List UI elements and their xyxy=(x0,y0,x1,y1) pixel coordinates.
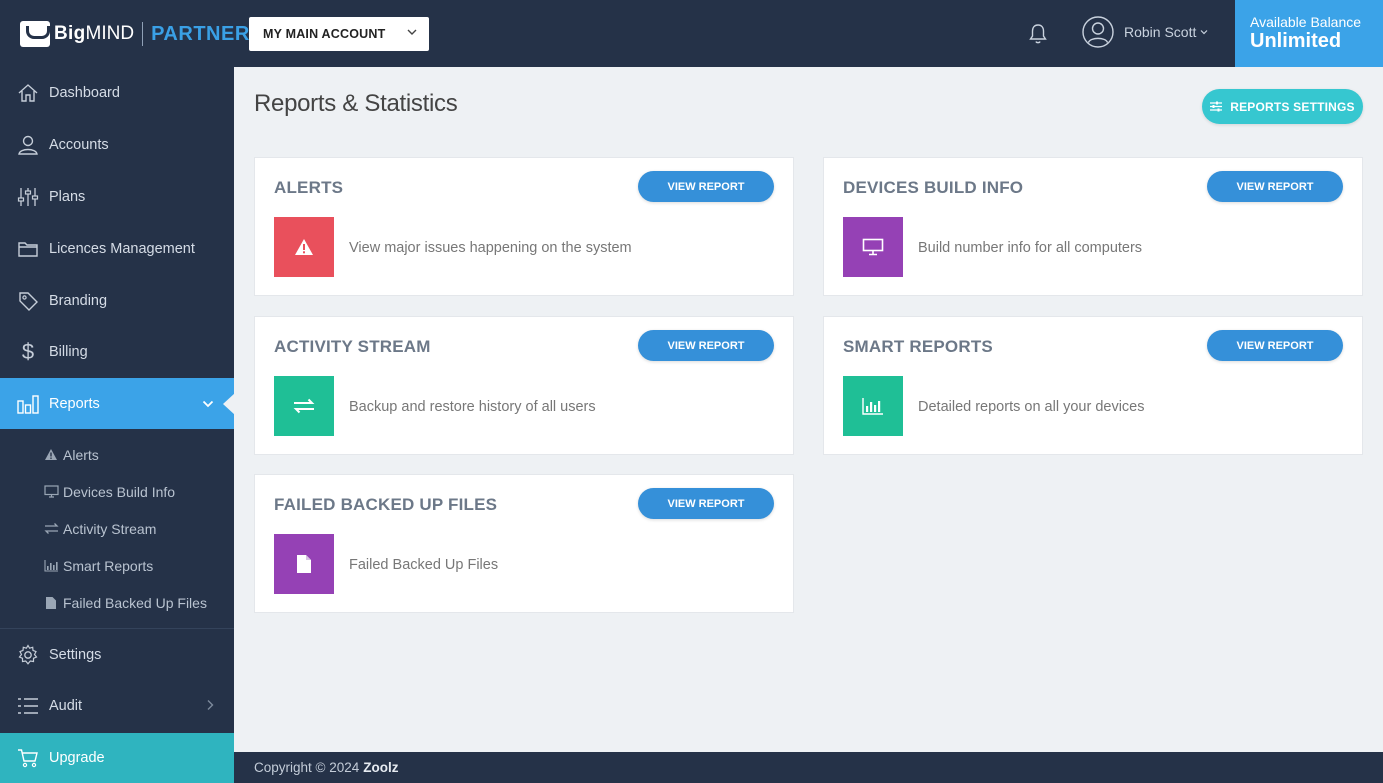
sidebar-item-accounts[interactable]: Accounts xyxy=(0,120,234,170)
logo-big: Big xyxy=(54,23,86,44)
exchange-icon xyxy=(274,376,334,436)
chevron-down-icon xyxy=(202,397,214,411)
logo-divider xyxy=(142,22,144,46)
user-name: Robin Scott xyxy=(1124,24,1197,40)
card-title: ALERTS xyxy=(274,178,344,197)
sidebar-item-settings[interactable]: Settings xyxy=(0,630,234,680)
card-description: Build number info for all computers xyxy=(918,240,1143,256)
bar-chart-icon xyxy=(16,392,40,416)
footer-copyright: Copyright © 2024 xyxy=(254,760,360,775)
page-title: Reports & Statistics xyxy=(254,90,458,117)
sidebar-subitem-label: Devices Build Info xyxy=(63,483,176,500)
sidebar-subitem-label: Failed Backed Up Files xyxy=(63,594,207,611)
card-title: ACTIVITY STREAM xyxy=(274,337,431,356)
sidebar-item-upgrade[interactable]: Upgrade xyxy=(0,733,234,783)
reports-settings-button[interactable]: REPORTS SETTINGS xyxy=(1202,89,1363,124)
sidebar-subitem-smart-reports[interactable]: Smart Reports xyxy=(0,547,234,584)
card-description: Failed Backed Up Files xyxy=(349,557,499,573)
sidebar-item-label: Accounts xyxy=(49,137,109,153)
view-report-button[interactable]: VIEW REPORT xyxy=(1207,171,1343,202)
bar-chart-icon xyxy=(43,559,59,573)
report-card-devices-build-info: DEVICES BUILD INFO VIEW REPORT Build num… xyxy=(823,157,1363,296)
sidebar-item-licences[interactable]: Licences Management xyxy=(0,224,234,274)
chevron-down-icon xyxy=(1200,27,1218,37)
sidebar-item-label: Branding xyxy=(49,293,108,309)
file-icon xyxy=(274,534,334,594)
sidebar-subitem-label: Smart Reports xyxy=(63,557,154,574)
file-icon xyxy=(43,596,59,610)
bar-chart-icon xyxy=(843,376,903,436)
cart-icon xyxy=(16,746,40,770)
sidebar-item-label: Licences Management xyxy=(49,241,195,257)
sidebar-subitem-devices-build-info[interactable]: Devices Build Info xyxy=(0,473,234,510)
sliders-icon xyxy=(1210,101,1223,112)
sidebar-subitem-activity-stream[interactable]: Activity Stream xyxy=(0,510,234,547)
sidebar-subitem-alerts[interactable]: Alerts xyxy=(0,436,234,473)
home-icon xyxy=(16,81,40,105)
logo-mind: MIND xyxy=(85,23,135,44)
view-report-button[interactable]: VIEW REPORT xyxy=(638,488,774,519)
sidebar-item-branding[interactable]: Branding xyxy=(0,276,234,326)
card-description: Detailed reports on all your devices xyxy=(918,399,1145,415)
account-select[interactable]: MY MAIN ACCOUNT xyxy=(249,17,429,51)
report-card-smart-reports: SMART REPORTS VIEW REPORT Detailed repor… xyxy=(823,316,1363,455)
balance-panel[interactable]: Available Balance Unlimited xyxy=(1235,0,1383,67)
dollar-icon: $ xyxy=(21,339,35,364)
avatar-icon xyxy=(1082,16,1114,48)
footer-company: Zoolz xyxy=(363,760,399,775)
card-title: DEVICES BUILD INFO xyxy=(843,178,1024,197)
view-report-button[interactable]: VIEW REPORT xyxy=(638,171,774,202)
warning-icon xyxy=(274,217,334,277)
sidebar-divider xyxy=(0,628,234,629)
sidebar-item-label: Audit xyxy=(49,698,83,714)
exchange-icon xyxy=(43,522,59,536)
sidebar-subitem-failed-backed-up-files[interactable]: Failed Backed Up Files xyxy=(0,584,234,621)
monitor-icon xyxy=(43,485,59,499)
view-report-button[interactable]: VIEW REPORT xyxy=(638,330,774,361)
chevron-right-icon xyxy=(206,699,214,714)
sliders-icon xyxy=(16,185,40,209)
reports-settings-label: REPORTS SETTINGS xyxy=(1230,99,1355,114)
logo-mark-icon xyxy=(20,21,50,47)
monitor-icon xyxy=(843,217,903,277)
sidebar-item-label: Billing xyxy=(49,344,88,360)
sidebar-subitem-label: Alerts xyxy=(63,446,99,463)
sidebar: Dashboard Accounts Plans Licences Manage… xyxy=(0,67,235,783)
sidebar-item-reports[interactable]: Reports xyxy=(0,378,235,429)
user-menu[interactable]: Robin Scott xyxy=(1082,16,1218,48)
balance-label: Available Balance xyxy=(1250,14,1362,30)
card-title: FAILED BACKED UP FILES xyxy=(274,495,498,514)
balance-value: Unlimited xyxy=(1250,30,1342,52)
report-card-alerts: ALERTS VIEW REPORT View major issues hap… xyxy=(254,157,794,296)
tag-icon xyxy=(16,289,40,313)
footer: Copyright © 2024 Zoolz xyxy=(234,752,1383,783)
card-title: SMART REPORTS xyxy=(843,337,993,356)
warning-icon xyxy=(43,448,59,462)
sidebar-item-dashboard[interactable]: Dashboard xyxy=(0,68,234,118)
sidebar-subitem-label: Activity Stream xyxy=(63,520,157,537)
report-card-activity-stream: ACTIVITY STREAM VIEW REPORT Backup and r… xyxy=(254,316,794,455)
sidebar-item-label: Reports xyxy=(49,395,100,412)
sidebar-item-billing[interactable]: $ Billing xyxy=(0,327,234,377)
account-select-value: MY MAIN ACCOUNT xyxy=(263,27,386,41)
bell-icon[interactable] xyxy=(1028,23,1048,45)
card-description: Backup and restore history of all users xyxy=(349,399,596,415)
sidebar-item-audit[interactable]: Audit xyxy=(0,681,234,731)
gear-icon xyxy=(16,643,40,667)
logo-partner: PARTNER xyxy=(151,22,250,45)
report-card-failed-backed-up-files: FAILED BACKED UP FILES VIEW REPORT Faile… xyxy=(254,474,794,613)
sidebar-item-label: Dashboard xyxy=(49,85,120,101)
chevron-down-icon xyxy=(407,27,417,39)
card-description: View major issues happening on the syste… xyxy=(349,240,632,256)
user-icon xyxy=(16,133,40,157)
sidebar-item-label: Settings xyxy=(49,647,102,663)
list-icon xyxy=(16,694,40,718)
sidebar-item-label: Upgrade xyxy=(49,750,105,766)
sidebar-item-label: Plans xyxy=(49,189,86,205)
folder-icon xyxy=(16,237,40,261)
sidebar-item-plans[interactable]: Plans xyxy=(0,172,234,222)
top-bar: Big MIND PARTNER MY MAIN ACCOUNT Robin S… xyxy=(0,0,1383,67)
view-report-button[interactable]: VIEW REPORT xyxy=(1207,330,1343,361)
brand-logo[interactable]: Big MIND PARTNER xyxy=(20,20,250,48)
